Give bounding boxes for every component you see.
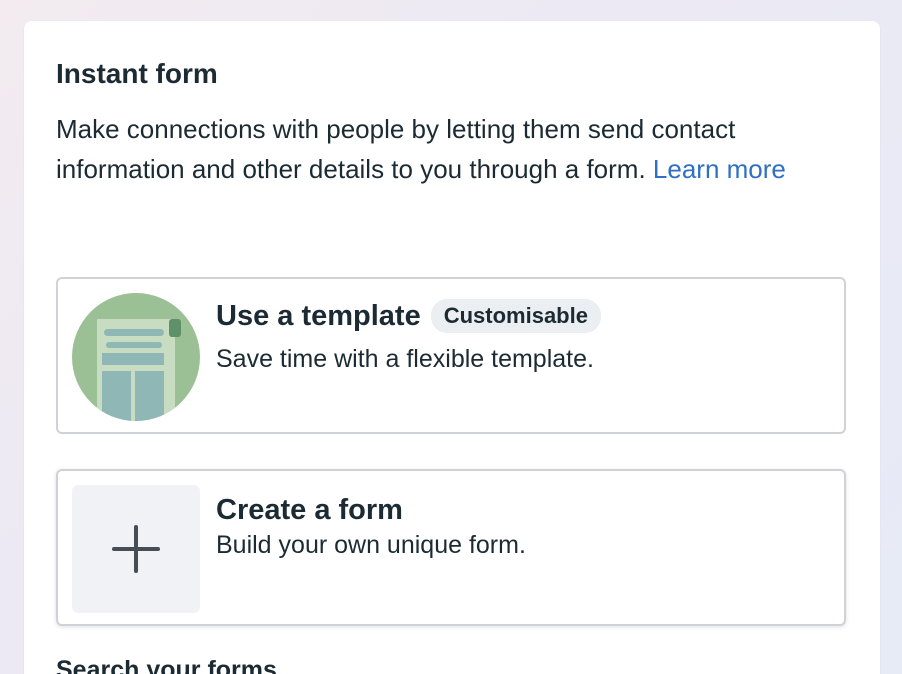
panel-title: Instant form [56,58,218,89]
create-form-title: Create a form [216,494,403,526]
customisable-badge: Customisable [430,299,601,333]
create-title-row: Create a form [216,491,403,529]
create-form-thumbnail [72,485,200,613]
search-forms-heading: Search your forms [56,656,277,674]
panel-description: Make connections with people by letting … [56,109,846,189]
template-title: Use a template [216,300,421,332]
form-template-icon [72,293,200,421]
create-form-option[interactable]: Create a form Build your own unique form… [56,469,846,626]
plus-icon [112,525,160,573]
template-title-row: Use a template Customisable [216,297,601,335]
learn-more-link[interactable]: Learn more [653,154,786,184]
use-template-option[interactable]: Use a template Customisable Save time wi… [56,277,846,434]
panel-description-text: Make connections with people by letting … [56,114,736,184]
create-form-description: Build your own unique form. [216,531,526,559]
instant-form-panel: Instant form Make connections with peopl… [24,21,880,674]
template-description: Save time with a flexible template. [216,345,594,373]
